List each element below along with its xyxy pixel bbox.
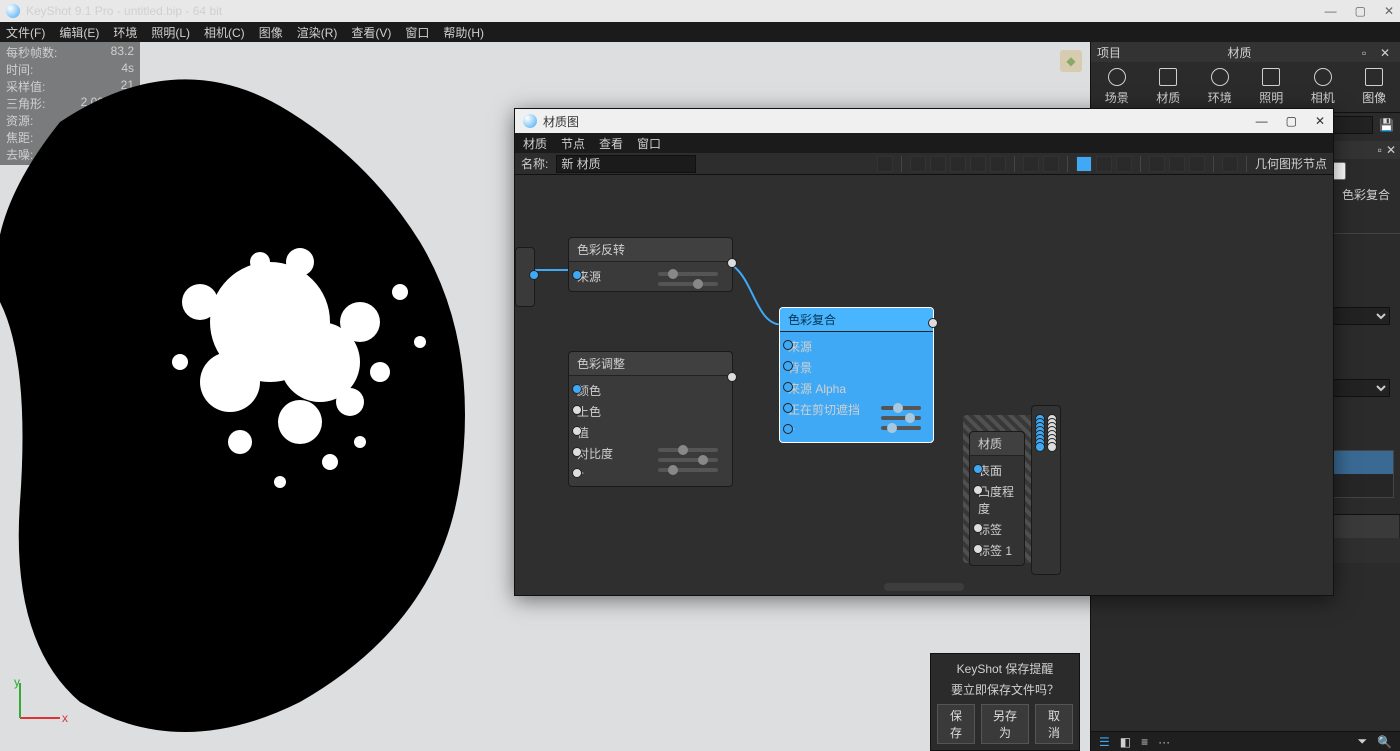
status-detail-icon[interactable]: ≡ (1141, 735, 1148, 749)
project-tab-0[interactable]: 场景 (1105, 68, 1129, 106)
save-reminder-dialog: KeyShot 保存提醒 要立即保存文件吗？ 保存 另存为 取消 (930, 653, 1080, 751)
status-grid-icon[interactable]: ◧ (1120, 735, 1131, 749)
tb-grid-icon[interactable] (1116, 156, 1132, 172)
menu-window[interactable]: 窗口 (405, 24, 429, 41)
save-dialog-message: 要立即保存文件吗？ (937, 681, 1073, 698)
matwin-menu-view[interactable]: 查看 (599, 135, 623, 152)
node-title: 色彩调整 (569, 352, 732, 376)
node-material[interactable]: 材质 表面凸度程度标签标签 1 (969, 431, 1025, 566)
menu-file[interactable]: 文件(F) (6, 24, 45, 41)
menu-help[interactable]: 帮助(H) (443, 24, 484, 41)
node-color-composite[interactable]: 色彩复合 来源背景来源 Alpha正在剪切遮挡+ (779, 307, 934, 443)
save-button[interactable]: 保存 (937, 704, 975, 744)
node-stub-left[interactable] (515, 247, 535, 307)
cancel-button[interactable]: 取消 (1035, 704, 1073, 744)
main-menubar: 文件(F) 编辑(E) 环境 照明(L) 相机(C) 图像 渲染(R) 查看(V… (0, 22, 1400, 42)
tb-redo-icon[interactable] (970, 156, 986, 172)
project-tab-3[interactable]: 照明 (1259, 68, 1283, 106)
tb-save-icon[interactable] (877, 156, 893, 172)
tb-center-icon[interactable] (990, 156, 1006, 172)
tb-undo-icon[interactable] (950, 156, 966, 172)
viewport-lock-icon[interactable]: ◆ (1060, 50, 1082, 72)
menu-environment[interactable]: 环境 (113, 24, 137, 41)
node-title: 色彩复合 (780, 308, 933, 332)
tb-align-c-icon[interactable] (1169, 156, 1185, 172)
project-panel-title: 材质 (1121, 44, 1358, 61)
matwin-close-button[interactable]: ✕ (1315, 114, 1325, 128)
status-filter-icon[interactable]: ⏷ (1357, 734, 1367, 749)
save-dialog-title: KeyShot 保存提醒 (937, 660, 1073, 677)
tb-fit-icon[interactable] (930, 156, 946, 172)
prop-close-icon[interactable]: ✕ (1386, 143, 1396, 157)
project-panel-label: 项目 (1097, 44, 1121, 61)
tb-delete-icon[interactable] (1043, 156, 1059, 172)
window-close-button[interactable]: ✕ (1384, 4, 1394, 18)
menu-lighting[interactable]: 照明(L) (151, 24, 190, 41)
canvas-scrollbar[interactable] (884, 583, 964, 591)
geometry-nodes-label[interactable]: 几何图形节点 (1255, 155, 1327, 172)
tb-align-l-icon[interactable] (1149, 156, 1165, 172)
node-color-invert[interactable]: 色彩反转 来源 (568, 237, 733, 292)
panel-close-icon[interactable]: ✕ (1380, 46, 1394, 58)
matwin-menu-node[interactable]: 节点 (561, 135, 585, 152)
node-canvas[interactable]: 色彩反转 来源 色彩调整 颜色上色值对比度+ 色彩复合 (515, 175, 1333, 595)
project-tab-5[interactable]: 图像 (1362, 68, 1386, 106)
save-material-icon[interactable]: 💾 (1379, 118, 1394, 132)
project-tab-2[interactable]: 环境 (1208, 68, 1232, 106)
tb-search-icon[interactable] (910, 156, 926, 172)
status-more-icon[interactable]: ··· (1158, 735, 1170, 749)
node-title: 色彩反转 (569, 238, 732, 262)
matwin-name-input[interactable] (556, 155, 696, 173)
render-preview (0, 62, 520, 742)
tb-magnet-icon[interactable] (1096, 156, 1112, 172)
window-minimize-button[interactable]: — (1325, 4, 1337, 18)
status-search-icon[interactable]: 🔍 (1377, 735, 1392, 749)
tb-copy-icon[interactable] (1023, 156, 1039, 172)
menu-render[interactable]: 渲染(R) (297, 24, 338, 41)
tb-snap-icon[interactable] (1076, 156, 1092, 172)
app-title: KeyShot 9.1 Pro - untitled.bip - 64 bit (26, 4, 222, 18)
svg-text:x: x (62, 711, 68, 725)
matwin-logo-icon (523, 114, 537, 128)
project-tab-4[interactable]: 相机 (1311, 68, 1335, 106)
matwin-max-button[interactable]: ▢ (1286, 114, 1297, 128)
axis-gizmo: x y (10, 678, 70, 731)
svg-text:y: y (14, 678, 20, 689)
matwin-min-button[interactable]: — (1256, 114, 1268, 128)
panel-undock-icon[interactable]: ▫ (1362, 46, 1376, 58)
panel-statusbar: ☰ ◧ ≡ ··· ⏷ 🔍 (1091, 731, 1400, 751)
window-maximize-button[interactable]: ▢ (1355, 4, 1366, 18)
prop-undock-icon[interactable]: ▫ (1378, 143, 1382, 157)
app-titlebar: KeyShot 9.1 Pro - untitled.bip - 64 bit … (0, 0, 1400, 22)
save-as-button[interactable]: 另存为 (981, 704, 1029, 744)
matwin-title: 材质图 (543, 113, 579, 130)
menu-camera[interactable]: 相机(C) (204, 24, 245, 41)
menu-edit[interactable]: 编辑(E) (59, 24, 99, 41)
node-title: 材质 (970, 432, 1024, 456)
menu-image[interactable]: 图像 (259, 24, 283, 41)
material-graph-window[interactable]: 材质图 — ▢ ✕ 材质 节点 查看 窗口 名称: (514, 108, 1334, 596)
menu-view[interactable]: 查看(V) (351, 24, 391, 41)
app-logo-icon (6, 4, 20, 18)
matwin-name-label: 名称: (521, 155, 548, 172)
matwin-menu-window[interactable]: 窗口 (637, 135, 661, 152)
project-tab-1[interactable]: 材质 (1156, 68, 1180, 106)
node-color-adjust[interactable]: 色彩调整 颜色上色值对比度+ (568, 351, 733, 487)
status-list-icon[interactable]: ☰ (1099, 735, 1110, 749)
tb-align-r-icon[interactable] (1189, 156, 1205, 172)
tb-arrow-icon[interactable] (1222, 156, 1238, 172)
matwin-menu-material[interactable]: 材质 (523, 135, 547, 152)
node-bump[interactable] (1031, 405, 1061, 575)
